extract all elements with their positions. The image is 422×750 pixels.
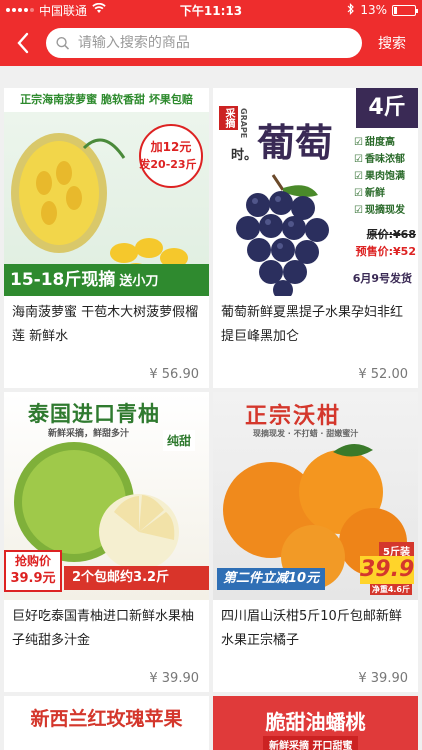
- presale-price: 预售价:¥52: [355, 245, 416, 258]
- promo-label-box: 抢购价 39.9元: [4, 550, 62, 592]
- product-price: ¥ 52.00: [358, 367, 408, 382]
- banner-bottom-text: 15-18斤现摘: [10, 270, 116, 290]
- feature-label: 果肉饱满: [364, 171, 405, 182]
- feature-label: 甜度高: [364, 137, 395, 148]
- feature-label: 新鲜: [364, 188, 385, 199]
- product-image[interactable]: 正宗海南菠萝蜜 脆软香甜 坏果包赔 加12元 发20-23斤 15-18斤现摘送…: [4, 88, 209, 296]
- product-title[interactable]: 葡萄新鲜夏黑提子水果孕妇非红提巨峰黑加仑: [213, 301, 418, 349]
- product-card-jackfruit[interactable]: 正宗海南菠萝蜜 脆软香甜 坏果包赔 加12元 发20-23斤 15-18斤现摘送…: [4, 88, 209, 388]
- banner-peach: 脆甜油蟠桃: [265, 710, 366, 734]
- product-image[interactable]: 泰国进口青柚 新鲜采摘，鲜甜多汁 纯甜 抢购价 39.9元 2个包邮约3.2斤: [4, 392, 209, 600]
- product-card-apple[interactable]: 新西兰红玫瑰苹果: [4, 696, 209, 750]
- top-navbar: 搜索: [0, 20, 422, 66]
- peach-sub: 新鲜采摘 开口甜蜜: [263, 736, 359, 750]
- feature-item: ☑ 香味浓郁: [354, 151, 416, 168]
- feature-list: ☑ 甜度高 ☑ 香味浓郁 ☑ 果肉饱满 ☑ 新鲜 ☑ 现摘现发: [354, 134, 416, 219]
- feature-item: ☑ 新鲜: [354, 185, 416, 202]
- checkbox-icon: ☑: [354, 205, 363, 216]
- status-bar: 中国联通 下午11:13 13%: [0, 0, 422, 20]
- product-title[interactable]: 巨好吃泰国青柚进口新鲜水果柚子纯甜多汁金: [4, 605, 209, 653]
- product-image[interactable]: 正宗沃柑 现摘现发 · 不打蜡 · 甜嫩蜜汁 5斤装 39.9 净重4.6斤 第…: [213, 392, 418, 600]
- feature-item: ☑ 甜度高: [354, 134, 416, 151]
- feature-item: ☑ 现摘现发: [354, 202, 416, 219]
- badge-line-1: 加12元: [150, 140, 192, 154]
- feature-label: 现摘现发: [364, 205, 405, 216]
- product-card-grapes[interactable]: 采摘 GRAPE 时。 葡萄 4斤 ☑ 甜度高 ☑ 香味浓郁 ☑ 果肉饱满 ☑ 新鲜 ☑ 现摘现发…: [213, 88, 418, 388]
- weight-badge: 4斤: [356, 88, 418, 128]
- checkbox-icon: ☑: [354, 188, 363, 199]
- promo-banner: 第二件立减10元: [217, 568, 326, 590]
- feature-label: 香味浓郁: [364, 154, 405, 165]
- feature-item: ☑ 果肉饱满: [354, 168, 416, 185]
- battery-icon: [392, 4, 418, 16]
- net-weight: 净重4.6斤: [369, 584, 412, 595]
- product-card-pomelo[interactable]: 泰国进口青柚 新鲜采摘，鲜甜多汁 纯甜 抢购价 39.9元 2个包邮约3.2斤 …: [4, 392, 209, 692]
- checkbox-icon: ☑: [354, 137, 363, 148]
- back-button[interactable]: [8, 28, 38, 58]
- checkbox-icon: ☑: [354, 154, 363, 165]
- banner-bottom: 15-18斤现摘 送小刀: [4, 264, 209, 296]
- search-input[interactable]: [77, 35, 352, 51]
- promo-price-box: 39.9: [360, 556, 415, 584]
- banner-apple: 新西兰红玫瑰苹果: [30, 708, 183, 730]
- search-box[interactable]: [46, 28, 362, 58]
- calligraphy-small: 采摘: [219, 106, 238, 130]
- checkbox-icon: ☑: [354, 171, 363, 182]
- product-card-tangerine[interactable]: 正宗沃柑 现摘现发 · 不打蜡 · 甜嫩蜜汁 5斤装 39.9 净重4.6斤 第…: [213, 392, 418, 692]
- battery-percent: 13%: [360, 3, 387, 17]
- signal-icon: [6, 8, 34, 12]
- product-grid: 正宗海南菠萝蜜 脆软香甜 坏果包赔 加12元 发20-23斤 15-18斤现摘送…: [0, 66, 422, 750]
- promo-label: 抢购价: [14, 554, 51, 568]
- search-button[interactable]: 搜索: [370, 33, 414, 53]
- carrier-name: 中国联通: [39, 3, 88, 18]
- chevron-left-icon: [17, 32, 29, 54]
- badge-line-2: 发20-23斤: [139, 158, 197, 171]
- search-icon: [56, 36, 70, 50]
- badge-sweet: 纯甜: [162, 430, 195, 451]
- calligraphy-time: 时。: [231, 148, 258, 163]
- product-price: ¥ 39.90: [358, 671, 408, 686]
- badge-bubble: 加12元 发20-23斤: [139, 124, 203, 188]
- product-title[interactable]: 海南菠萝蜜 干苞木大树菠萝假榴莲 新鲜水: [4, 301, 209, 349]
- original-price: 原价:¥68: [366, 228, 416, 241]
- promo-price: 39.9元: [10, 571, 56, 586]
- product-card-peach[interactable]: 脆甜油蟠桃 新鲜采摘 开口甜蜜: [213, 696, 418, 750]
- bluetooth-icon: [347, 2, 355, 18]
- product-image[interactable]: 采摘 GRAPE 时。 葡萄 4斤 ☑ 甜度高 ☑ 香味浓郁 ☑ 果肉饱满 ☑ 新鲜 ☑ 现摘现发…: [213, 88, 418, 296]
- calligraphy-title: 葡萄: [257, 120, 334, 165]
- product-title[interactable]: 四川眉山沃柑5斤10斤包邮新鲜水果正宗橘子: [213, 605, 418, 653]
- product-price: ¥ 39.90: [149, 671, 199, 686]
- product-price: ¥ 56.90: [149, 367, 199, 382]
- promo-banner: 2个包邮约3.2斤: [64, 566, 209, 590]
- brand-en: GRAPE: [239, 108, 248, 139]
- grapes-illustration: [236, 174, 329, 296]
- ship-date: 6月9号发货: [352, 272, 412, 285]
- wifi-icon: [92, 2, 106, 17]
- banner-bottom-small: 送小刀: [119, 274, 159, 289]
